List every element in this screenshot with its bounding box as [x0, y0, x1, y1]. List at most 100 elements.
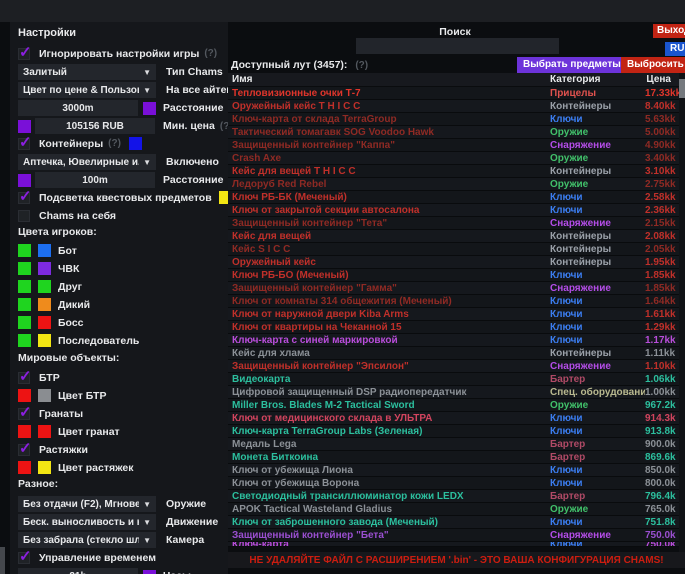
help-icon[interactable]: (?): [355, 60, 368, 71]
movement-dropdown[interactable]: Беск. выносливость и нет уста ▼: [18, 514, 156, 530]
containers-checkbox[interactable]: ✓: [18, 138, 30, 150]
table-row[interactable]: Ключ-карта от склада TerraGroupКлючи5.63…: [228, 113, 679, 126]
table-scrollbar[interactable]: [679, 73, 685, 552]
chams-type-dropdown[interactable]: Залитый ▼: [18, 64, 156, 80]
self-chams-checkbox[interactable]: [18, 210, 30, 222]
table-row[interactable]: Защищенный контейнер "Гамма"Снаряжение1.…: [228, 282, 679, 295]
item-distance-input[interactable]: 3000m: [18, 100, 138, 116]
world-color-swatch-2[interactable]: [38, 461, 51, 474]
table-row[interactable]: Кейс для вещей T H I C CКонтейнеры3.10kk: [228, 165, 679, 178]
world-object-checkbox[interactable]: ✓: [18, 408, 30, 420]
table-row[interactable]: Медаль LegaБартер900.0k: [228, 438, 679, 451]
help-icon[interactable]: (?): [220, 121, 228, 132]
table-row[interactable]: Ключ от заброшенного завода (Меченый)Клю…: [228, 516, 679, 529]
help-icon[interactable]: (?): [204, 48, 217, 59]
table-row[interactable]: Кейс для хламаКонтейнеры1.11kk: [228, 347, 679, 360]
min-price-input[interactable]: 105156 RUB: [35, 118, 155, 134]
min-price-color-swatch[interactable]: [18, 120, 31, 133]
player-color-swatch-1[interactable]: [18, 334, 31, 347]
table-row[interactable]: Защищенный контейнер "Эпсилон"Снаряжение…: [228, 360, 679, 373]
containers-color-swatch[interactable]: [129, 137, 142, 150]
world-color-swatch-1[interactable]: [18, 389, 31, 402]
item-name: Ключ от комнаты 314 общежития (Меченый): [228, 296, 550, 307]
table-row[interactable]: Ключ от наружной двери Kiba ArmsКлючи1.6…: [228, 308, 679, 321]
table-row[interactable]: Ключ-карта с синей маркировкойКлючи1.17k…: [228, 334, 679, 347]
player-color-swatch-2[interactable]: [38, 334, 51, 347]
table-row[interactable]: Оружейный кейсКонтейнеры1.95kk: [228, 256, 679, 269]
player-color-swatch-2[interactable]: [38, 316, 51, 329]
world-object-checkbox[interactable]: ✓: [18, 372, 30, 384]
player-color-swatch-1[interactable]: [18, 280, 31, 293]
quest-color-swatch[interactable]: [219, 191, 228, 204]
time-control-checkbox[interactable]: ✓: [18, 552, 30, 564]
table-row[interactable]: Тактический томагавк SOG Voodoo HawkОруж…: [228, 126, 679, 139]
table-row[interactable]: ВидеокартаБартер1.06kk: [228, 373, 679, 386]
search-input[interactable]: [356, 38, 559, 54]
player-color-swatch-2[interactable]: [38, 298, 51, 311]
table-row[interactable]: Ключ от убежища ЛионаКлючи850.0k: [228, 464, 679, 477]
table-row[interactable]: Ключ от закрытой секции автосалонаКлючи2…: [228, 204, 679, 217]
table-row[interactable]: Светодиодный трансиллюминатор кожи LEDXБ…: [228, 490, 679, 503]
world-color-swatch-2[interactable]: [38, 425, 51, 438]
player-color-swatch-2[interactable]: [38, 262, 51, 275]
item-name: Защищенный контейнер "Бета": [228, 530, 550, 541]
table-scrollbar-thumb[interactable]: [679, 79, 685, 98]
containers-distance-color-swatch[interactable]: [18, 174, 31, 187]
table-row[interactable]: Ледоруб Red RebelОружие2.75kk: [228, 178, 679, 191]
table-row[interactable]: Кейс S I C CКонтейнеры2.05kk: [228, 243, 679, 256]
table-row[interactable]: Ключ от медицинского склада в УЛЬТРАКлюч…: [228, 412, 679, 425]
containers-filter-dropdown[interactable]: Аптечка, Ювелирные и... ▼: [18, 154, 156, 170]
world-color-swatch-2[interactable]: [38, 389, 51, 402]
table-row[interactable]: Монета БиткоинаБартер869.6k: [228, 451, 679, 464]
player-color-swatch-2[interactable]: [38, 244, 51, 257]
distance-color-swatch[interactable]: [143, 102, 156, 115]
time-input[interactable]: 21h: [18, 568, 138, 574]
camera-dropdown[interactable]: Без забрала (стекло шлема) ▼: [18, 532, 156, 548]
column-header-price[interactable]: Цена: [645, 74, 679, 85]
time-color-swatch[interactable]: [143, 570, 156, 574]
table-row[interactable]: Miller Bros. Blades M-2 Tactical SwordОр…: [228, 399, 679, 412]
table-row[interactable]: Ключ от комнаты 314 общежития (Меченый)К…: [228, 295, 679, 308]
discard-all-button[interactable]: Выбросить все: [621, 57, 685, 73]
left-edge-scrollbar-thumb[interactable]: [0, 547, 5, 574]
weapon-dropdown[interactable]: Без отдачи (F2), Мгновенное п ▼: [18, 496, 156, 512]
player-color-swatch-1[interactable]: [18, 316, 31, 329]
table-row[interactable]: Оружейный кейс T H I C CКонтейнеры8.40kk: [228, 100, 679, 113]
player-color-swatch-1[interactable]: [18, 262, 31, 275]
containers-distance-input[interactable]: 100m: [35, 172, 155, 188]
column-header-category[interactable]: Категория: [550, 74, 645, 85]
color-mode-dropdown[interactable]: Цвет по цене & Пользователь ▼: [18, 82, 156, 98]
item-name: Ключ от заброшенного завода (Меченый): [228, 517, 550, 528]
table-row[interactable]: Ключ-картаКлючи750.0k: [228, 542, 679, 547]
table-row[interactable]: APOK Tactical Wasteland GladiusОружие765…: [228, 503, 679, 516]
player-color-swatch-2[interactable]: [38, 280, 51, 293]
ignore-game-settings-checkbox[interactable]: ✓: [18, 48, 30, 60]
table-row[interactable]: Защищенный контейнер "Бета"Снаряжение750…: [228, 529, 679, 542]
item-category: Снаряжение: [550, 218, 645, 229]
table-row[interactable]: Тепловизионные очки Т-7Прицелы17.33kk: [228, 87, 679, 100]
table-row[interactable]: Crash AxeОружие3.40kk: [228, 152, 679, 165]
table-row[interactable]: Цифровой защищенный DSP радиопередатчикС…: [228, 386, 679, 399]
world-object-checkbox[interactable]: ✓: [18, 444, 30, 456]
item-price: 1.95kk: [645, 257, 684, 268]
table-row[interactable]: Ключ-карта TerraGroup Labs (Зеленая)Ключ…: [228, 425, 679, 438]
player-color-row: Последователь: [18, 334, 224, 347]
table-row[interactable]: Ключ от убежища ВоронаКлючи800.0k: [228, 477, 679, 490]
table-row[interactable]: Защищенный контейнер "Тета"Снаряжение2.1…: [228, 217, 679, 230]
help-icon[interactable]: (?): [108, 138, 121, 149]
table-row[interactable]: Ключ РБ-БК (Меченый)Ключи2.58kk: [228, 191, 679, 204]
column-header-name[interactable]: Имя: [228, 74, 550, 85]
exit-button[interactable]: Выход: [653, 24, 685, 38]
language-button[interactable]: RU: [665, 42, 685, 56]
item-category: Ключи: [550, 270, 645, 281]
world-color-swatch-1[interactable]: [18, 461, 31, 474]
table-row[interactable]: Защищенный контейнер "Каппа"Снаряжение4.…: [228, 139, 679, 152]
item-price: 5.63kk: [645, 114, 684, 125]
player-color-swatch-1[interactable]: [18, 298, 31, 311]
table-row[interactable]: Кейс для вещейКонтейнеры2.08kk: [228, 230, 679, 243]
table-row[interactable]: Ключ РБ-БО (Меченый)Ключи1.85kk: [228, 269, 679, 282]
quest-highlight-checkbox[interactable]: ✓: [18, 192, 30, 204]
world-color-swatch-1[interactable]: [18, 425, 31, 438]
player-color-swatch-1[interactable]: [18, 244, 31, 257]
table-row[interactable]: Ключ от квартиры на Чеканной 15Ключи1.29…: [228, 321, 679, 334]
